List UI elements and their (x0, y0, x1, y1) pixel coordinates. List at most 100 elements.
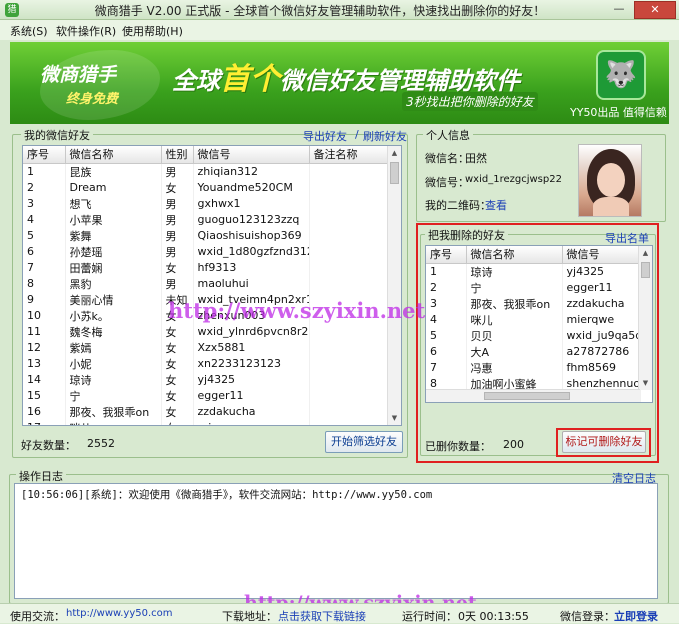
table-row[interactable]: 7 田蕾娴女 hf9313 (23, 259, 390, 276)
column-header[interactable]: 微信号 (562, 246, 641, 264)
refresh-friends-link[interactable]: 刷新好友 (363, 128, 407, 144)
table-cell: 女 (161, 339, 194, 356)
friend-count-label: 好友数量： (21, 439, 76, 452)
qr-view-link[interactable]: 查看 (485, 197, 507, 213)
qr-label: 我的二维码： (425, 199, 491, 212)
table-cell: 小妮 (65, 355, 162, 372)
scroll-up-icon[interactable]: ▲ (388, 146, 401, 160)
log-textarea[interactable]: [10:56:06][系统]：欢迎使用《微商猎手》，软件交流网站：http://… (14, 483, 658, 599)
table-row[interactable]: 8 黑豹男 maoluhui (23, 275, 390, 292)
table-cell: 昆族 (65, 163, 162, 180)
column-header[interactable]: 微信名称 (466, 246, 563, 264)
menu-bar: 系统(S) 软件操作(R) 使用帮助(H) (0, 20, 679, 40)
column-header[interactable]: 微信名称 (65, 146, 162, 164)
menu-operation[interactable]: 软件操作(R) (56, 23, 116, 39)
table-row[interactable]: 2 Dream 女 Youandme520CM (23, 179, 390, 196)
mark-deletable-button[interactable]: 标记可删除好友 (562, 431, 646, 453)
table-cell: 小苹果 (65, 211, 162, 228)
table-row[interactable]: 2 宁 egger11 (426, 279, 641, 296)
table-row[interactable]: 1 昆族男 zhiqian312 (23, 163, 390, 180)
friends-table[interactable]: 序号 微信名称 性别 微信号 备注名称 1 昆族男 zhiqian312 2 Dream 女 You… (22, 145, 402, 426)
runtime-label: 运行时间： (402, 610, 457, 623)
menu-system[interactable]: 系统(S) (10, 23, 48, 39)
table-row[interactable]: 3 那夜、我狠乖on zzdakucha (426, 295, 641, 312)
table-cell (309, 371, 390, 388)
table-cell: 6 (23, 243, 66, 260)
table-row[interactable]: 4 咪儿 mierqwe (426, 311, 641, 328)
table-cell: 4 (23, 211, 66, 228)
banner-brand: 微商猎手 (40, 64, 117, 86)
table-cell: 女 (161, 403, 194, 420)
hscroll-thumb[interactable] (484, 392, 570, 400)
table-cell: Youandme520CM (193, 179, 310, 196)
scroll-down-icon[interactable]: ▼ (639, 376, 652, 390)
deleted-count-value: 200 (503, 438, 524, 451)
column-header[interactable]: 序号 (426, 246, 467, 264)
table-cell: xn2233123123 (193, 355, 310, 372)
deleted-friends-table[interactable]: 序号 微信名称 微信号 1 琼诗 yj4325 2 宁 egger11 3 那夜、我狠乖on zzd… (425, 245, 653, 403)
table-cell: 1 (23, 163, 66, 180)
table-cell: 女 (161, 355, 194, 372)
runtime-value: 0天 00:13:55 (458, 610, 529, 623)
start-filter-button[interactable]: 开始筛选好友 (325, 431, 403, 453)
export-friends-link[interactable]: 导出好友 (303, 128, 347, 144)
link-separator: / (355, 128, 359, 141)
table-cell: 琼诗 (466, 263, 563, 280)
table-row[interactable]: 11 魏冬梅女 wxid_ylnrd6pvcn8r22 (23, 323, 390, 340)
scroll-thumb[interactable] (641, 262, 650, 278)
table-cell: 女 (161, 259, 194, 276)
table-row[interactable]: 7 冯惠 fhm8569 (426, 359, 641, 376)
table-cell: 琼诗 (65, 371, 162, 388)
deleted-vscrollbar[interactable]: ▲ ▼ (638, 246, 652, 390)
table-cell (309, 403, 390, 420)
column-header[interactable]: 微信号 (193, 146, 310, 164)
table-cell: 田蕾娴 (65, 259, 162, 276)
deleted-friends-group: 把我删除的好友 导出名单 序号 微信名称 微信号 1 琼诗 yj4325 2 宁 egger1… (420, 227, 656, 456)
table-row[interactable]: 5 贝贝 wxid_ju9qa5d (426, 327, 641, 344)
friends-scrollbar[interactable]: ▲ ▼ (387, 146, 401, 425)
table-cell: wxid_ylnrd6pvcn8r22 (193, 323, 310, 340)
table-cell: zzdakucha (193, 403, 310, 420)
table-cell: 咪儿 (466, 311, 563, 328)
table-row[interactable]: 6 大A a27872786 (426, 343, 641, 360)
table-row[interactable]: 1 琼诗 yj4325 (426, 263, 641, 280)
table-row[interactable]: 4 小苹果男 guoguo123123zzq (23, 211, 390, 228)
window-title: 微商猎手 V2.00 正式版 - 全球首个微信好友管理辅助软件，快速找出删除你的… (94, 4, 546, 18)
column-header[interactable]: 备注名称 (309, 146, 390, 164)
table-cell: 女 (161, 371, 194, 388)
table-row[interactable]: 13 小妮女 xn2233123123 (23, 355, 390, 372)
menu-help[interactable]: 使用帮助(H) (122, 23, 183, 39)
friend-count-value: 2552 (87, 437, 115, 450)
table-row[interactable]: 17咪儿女mierqwe (23, 419, 390, 425)
column-header[interactable]: 序号 (23, 146, 66, 164)
scroll-thumb[interactable] (390, 162, 399, 184)
table-row[interactable]: 6 孙楚瑶男 wxid_1d80gzfznd3122 (23, 243, 390, 260)
export-list-link[interactable]: 导出名单 (605, 230, 649, 246)
exchange-url-link[interactable]: http://www.yy50.com (66, 608, 173, 619)
table-cell: 咪儿 (65, 419, 162, 425)
download-link[interactable]: 点击获取下载链接 (278, 608, 366, 624)
table-cell: 7 (23, 259, 66, 276)
table-cell: 12 (23, 339, 66, 356)
minimize-button[interactable]: — (606, 1, 632, 19)
login-link[interactable]: 立即登录 (614, 608, 658, 624)
table-row[interactable]: 16 那夜、我狠乖on 女 zzdakucha (23, 403, 390, 420)
table-cell: 男 (161, 195, 194, 212)
table-row[interactable]: 3 想飞男 gxhwx1 (23, 195, 390, 212)
table-cell: 14 (23, 371, 66, 388)
scroll-down-icon[interactable]: ▼ (388, 411, 401, 425)
deleted-hscrollbar[interactable] (426, 389, 640, 402)
table-row[interactable]: 12 紫嫣女 Xzx5881 (23, 339, 390, 356)
table-cell: 紫嫣 (65, 339, 162, 356)
table-cell: 男 (161, 163, 194, 180)
scroll-up-icon[interactable]: ▲ (639, 246, 652, 260)
table-cell (309, 211, 390, 228)
table-row[interactable]: 15 宁女 egger11 (23, 387, 390, 404)
table-cell (309, 323, 390, 340)
close-button[interactable]: ✕ (634, 1, 676, 19)
table-row[interactable]: 14 琼诗女 yj4325 (23, 371, 390, 388)
table-row[interactable]: 5 紫舞男 Qiaoshisuishop369 (23, 227, 390, 244)
headline-highlight: 首个 (220, 62, 280, 97)
table-cell: mierqwe (193, 419, 310, 425)
column-header[interactable]: 性别 (161, 146, 194, 164)
